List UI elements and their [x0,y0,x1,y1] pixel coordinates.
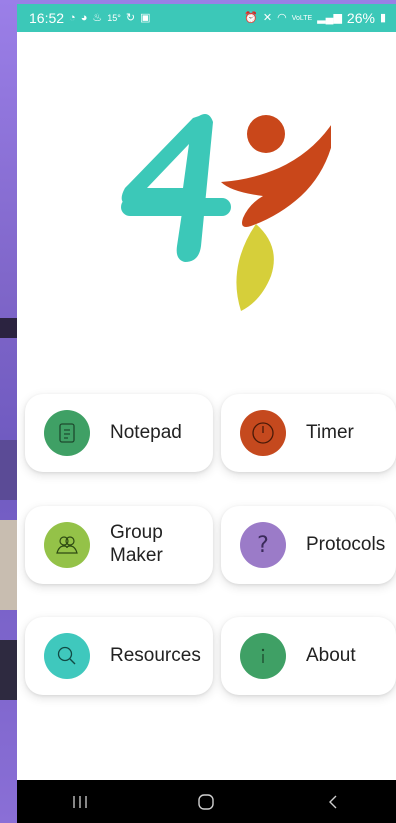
home-button[interactable] [176,780,236,823]
messenger-icon: ◕ [80,11,88,24]
timer-label: Timer [306,421,354,443]
fire-icon: ♨ [92,11,103,24]
notepad-label: Notepad [110,421,182,443]
battery-text: 26% [346,10,375,26]
network-text: VoLTE [291,14,313,22]
timer-icon [240,410,286,456]
timer-button[interactable]: Timer [221,394,396,472]
gallery-icon: ▣ [140,11,151,24]
about-label: About [306,644,356,666]
temperature-text: 15° [107,12,121,23]
logo-dot [247,115,285,153]
logo-four [121,114,213,262]
battery-icon: ▮ [379,11,386,24]
group-maker-button[interactable]: Group Maker [25,506,213,584]
group-maker-label-line1: Group [110,522,163,544]
protocols-button[interactable]: ? Protocols [221,506,396,584]
app-logo [121,114,331,311]
recents-button[interactable] [50,780,110,823]
resources-label: Resources [110,644,201,666]
mute-icon: ✕ [262,11,273,24]
wallpaper-edge-left [0,0,17,823]
logo-four-bar [121,198,231,216]
about-button[interactable]: About [221,617,396,695]
signal-icon: ▂▄▆ [317,11,342,24]
back-button[interactable] [303,780,363,823]
back-icon [328,795,337,808]
logo-leaf [236,224,274,311]
notepad-icon [44,410,90,456]
group-maker-label: Group Maker [110,522,163,568]
status-time: 16:52 [29,10,65,26]
sync-icon: ◔ [69,11,76,24]
protocols-label: Protocols [306,533,386,555]
system-nav-bar [17,780,396,823]
home-icon [198,793,215,810]
group-icon [44,522,90,568]
status-right: ⏰ ✕ ◠ VoLTE ▂▄▆ 26% ▮ [244,10,386,26]
refresh-icon: ↻ [125,11,136,24]
resources-button[interactable]: Resources [25,617,213,695]
alarm-icon: ⏰ [244,11,258,24]
app-screen: 16:52 ◔ ◕ ♨ 15° ↻ ▣ ⏰ ✕ ◠ VoLTE ▂▄▆ 26% … [17,4,396,823]
info-icon [240,633,286,679]
notepad-button[interactable]: Notepad [25,394,213,472]
status-left: 16:52 ◔ ◕ ♨ 15° ↻ ▣ [29,10,150,26]
wifi-icon: ◠ [277,11,287,24]
question-icon: ? [240,522,286,568]
group-maker-label-line2: Maker [110,545,163,566]
search-icon [44,633,90,679]
recents-icon [73,795,87,808]
status-bar: 16:52 ◔ ◕ ♨ 15° ↻ ▣ ⏰ ✕ ◠ VoLTE ▂▄▆ 26% … [17,4,396,32]
